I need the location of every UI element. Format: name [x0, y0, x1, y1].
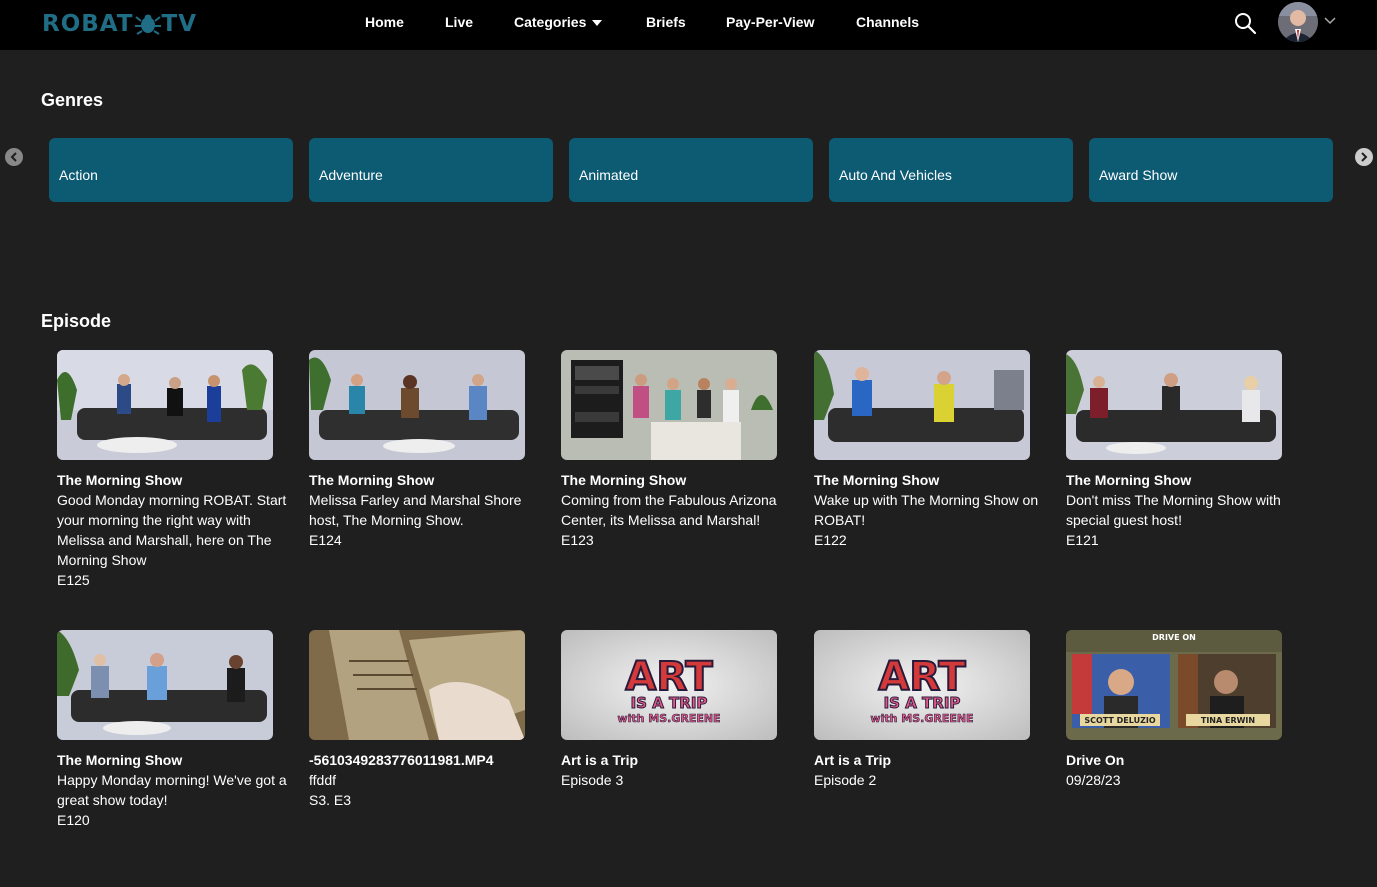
episode-card[interactable]: ART IS A TRIP with MS.GREENE Art is a Tr…	[814, 630, 1044, 790]
episode-number: E120	[57, 812, 90, 828]
episode-title: The Morning Show	[309, 472, 435, 488]
genre-label: Award Show	[1099, 167, 1178, 183]
genre-card-action[interactable]: Action	[49, 138, 293, 202]
episode-card[interactable]: The Morning Show Wake up with The Mornin…	[814, 350, 1044, 550]
studio-scene-thumbnail	[561, 350, 777, 460]
art-is-a-trip-thumbnail: ART IS A TRIP with MS.GREENE	[561, 630, 777, 740]
episode-heading: Episode	[41, 311, 112, 331]
nav-home[interactable]: Home	[365, 14, 404, 30]
guest-name-left: SCOTT DELUZIO	[1084, 716, 1156, 725]
genres-next-button[interactable]	[1355, 148, 1373, 166]
nav-pay-per-view[interactable]: Pay-Per-View	[726, 14, 814, 30]
main-nav: Home Live Categories Briefs Pay-Per-View…	[0, 0, 1377, 44]
episode-card[interactable]: ART IS A TRIP with MS.GREENE Art is a Tr…	[561, 630, 791, 790]
episode-thumbnail[interactable]: DRIVE ON SCOTT DELUZIO TINA ERWIN	[1066, 630, 1282, 740]
episode-thumbnail[interactable]	[814, 350, 1030, 460]
episode-description: Good Monday morning ROBAT. Start your mo…	[57, 492, 287, 568]
episode-title: Art is a Trip	[814, 752, 892, 768]
genres-heading: Genres	[41, 90, 104, 110]
drive-on-logo-text: DRIVE ON	[1152, 633, 1196, 642]
art-host-text: with MS.GREENE	[617, 712, 720, 725]
episode-thumbnail[interactable]	[561, 350, 777, 460]
avatar[interactable]	[1278, 2, 1318, 42]
episode-description: Happy Monday morning! We've got a great …	[57, 772, 287, 808]
episode-card[interactable]: The Morning Show Don't miss The Morning …	[1066, 350, 1296, 550]
episode-title: The Morning Show	[57, 472, 183, 488]
genre-card-animated[interactable]: Animated	[569, 138, 813, 202]
studio-scene-thumbnail	[309, 350, 525, 460]
studio-scene-thumbnail	[1066, 350, 1282, 460]
studio-scene-thumbnail	[57, 350, 273, 460]
genre-label: Auto And Vehicles	[839, 167, 952, 183]
episode-thumbnail[interactable]	[309, 630, 525, 740]
episode-title: The Morning Show	[1066, 472, 1192, 488]
studio-scene-thumbnail	[814, 350, 1030, 460]
episode-title: The Morning Show	[57, 752, 183, 768]
episode-thumbnail[interactable]	[1066, 350, 1282, 460]
art-subtitle-text: IS A TRIP	[884, 694, 961, 712]
genre-card-auto-and-vehicles[interactable]: Auto And Vehicles	[829, 138, 1073, 202]
episode-number: E125	[57, 572, 90, 588]
episode-title: The Morning Show	[814, 472, 940, 488]
episode-title: The Morning Show	[561, 472, 687, 488]
episode-thumbnail[interactable]: ART IS A TRIP with MS.GREENE	[814, 630, 1030, 740]
genre-label: Action	[59, 167, 98, 183]
genre-label: Adventure	[319, 167, 383, 183]
episode-card[interactable]: DRIVE ON SCOTT DELUZIO TINA ERWIN Drive …	[1066, 630, 1296, 790]
drive-on-thumbnail: DRIVE ON SCOTT DELUZIO TINA ERWIN	[1066, 630, 1282, 740]
nav-categories-label: Categories	[514, 14, 587, 30]
episode-number: E124	[309, 532, 342, 548]
chevron-right-icon	[1361, 152, 1368, 162]
nav-categories[interactable]: Categories	[514, 14, 603, 30]
episode-card[interactable]: The Morning Show Happy Monday morning! W…	[57, 630, 287, 830]
caret-down-icon	[592, 20, 603, 27]
episode-number: Episode 3	[561, 772, 624, 788]
episode-number: E123	[561, 532, 594, 548]
episode-number: E122	[814, 532, 847, 548]
episode-description: Wake up with The Morning Show on ROBAT!	[814, 492, 1039, 528]
art-host-text: with MS.GREENE	[870, 712, 973, 725]
episode-card[interactable]: The Morning Show Good Monday morning ROB…	[57, 350, 287, 590]
episode-title: -5610349283776011981.MP4	[309, 752, 494, 768]
document-closeup-thumbnail	[309, 630, 525, 740]
user-photo-icon	[1278, 2, 1318, 42]
episode-description: Melissa Farley and Marshal Shore host, T…	[309, 492, 522, 528]
nav-channels[interactable]: Channels	[856, 14, 919, 30]
chevron-down-icon[interactable]	[1323, 14, 1337, 28]
guest-name-right: TINA ERWIN	[1201, 716, 1255, 725]
episode-title: Drive On	[1066, 752, 1125, 768]
episode-card[interactable]: -5610349283776011981.MP4 ffddf S3. E3	[309, 630, 539, 810]
episode-thumbnail[interactable]	[309, 350, 525, 460]
search-icon[interactable]	[1233, 11, 1257, 35]
episode-number: 09/28/23	[1066, 772, 1121, 788]
episode-card[interactable]: The Morning Show Melissa Farley and Mars…	[309, 350, 539, 550]
nav-briefs[interactable]: Briefs	[646, 14, 686, 30]
episode-card[interactable]: The Morning Show Coming from the Fabulou…	[561, 350, 791, 550]
chevron-left-icon	[10, 152, 17, 162]
top-navigation-bar: ROBAT TV Home Live Categories Briefs Pay…	[0, 0, 1377, 50]
episode-number: Episode 2	[814, 772, 877, 788]
genre-card-adventure[interactable]: Adventure	[309, 138, 553, 202]
genres-prev-button[interactable]	[5, 148, 23, 166]
episode-thumbnail[interactable]	[57, 350, 273, 460]
episode-thumbnail[interactable]	[57, 630, 273, 740]
genre-card-award-show[interactable]: Award Show	[1089, 138, 1333, 202]
episode-number: S3. E3	[309, 792, 352, 808]
episode-thumbnail[interactable]: ART IS A TRIP with MS.GREENE	[561, 630, 777, 740]
genre-label: Animated	[579, 167, 639, 183]
episode-description: Coming from the Fabulous Arizona Center,…	[561, 492, 777, 528]
studio-scene-thumbnail	[57, 630, 273, 740]
episode-description: ffddf	[309, 772, 336, 788]
episode-number: E121	[1066, 532, 1099, 548]
nav-live[interactable]: Live	[445, 14, 473, 30]
episode-title: Art is a Trip	[561, 752, 639, 768]
episode-description: Don't miss The Morning Show with special…	[1066, 492, 1281, 528]
art-is-a-trip-thumbnail: ART IS A TRIP with MS.GREENE	[814, 630, 1030, 740]
art-subtitle-text: IS A TRIP	[631, 694, 708, 712]
